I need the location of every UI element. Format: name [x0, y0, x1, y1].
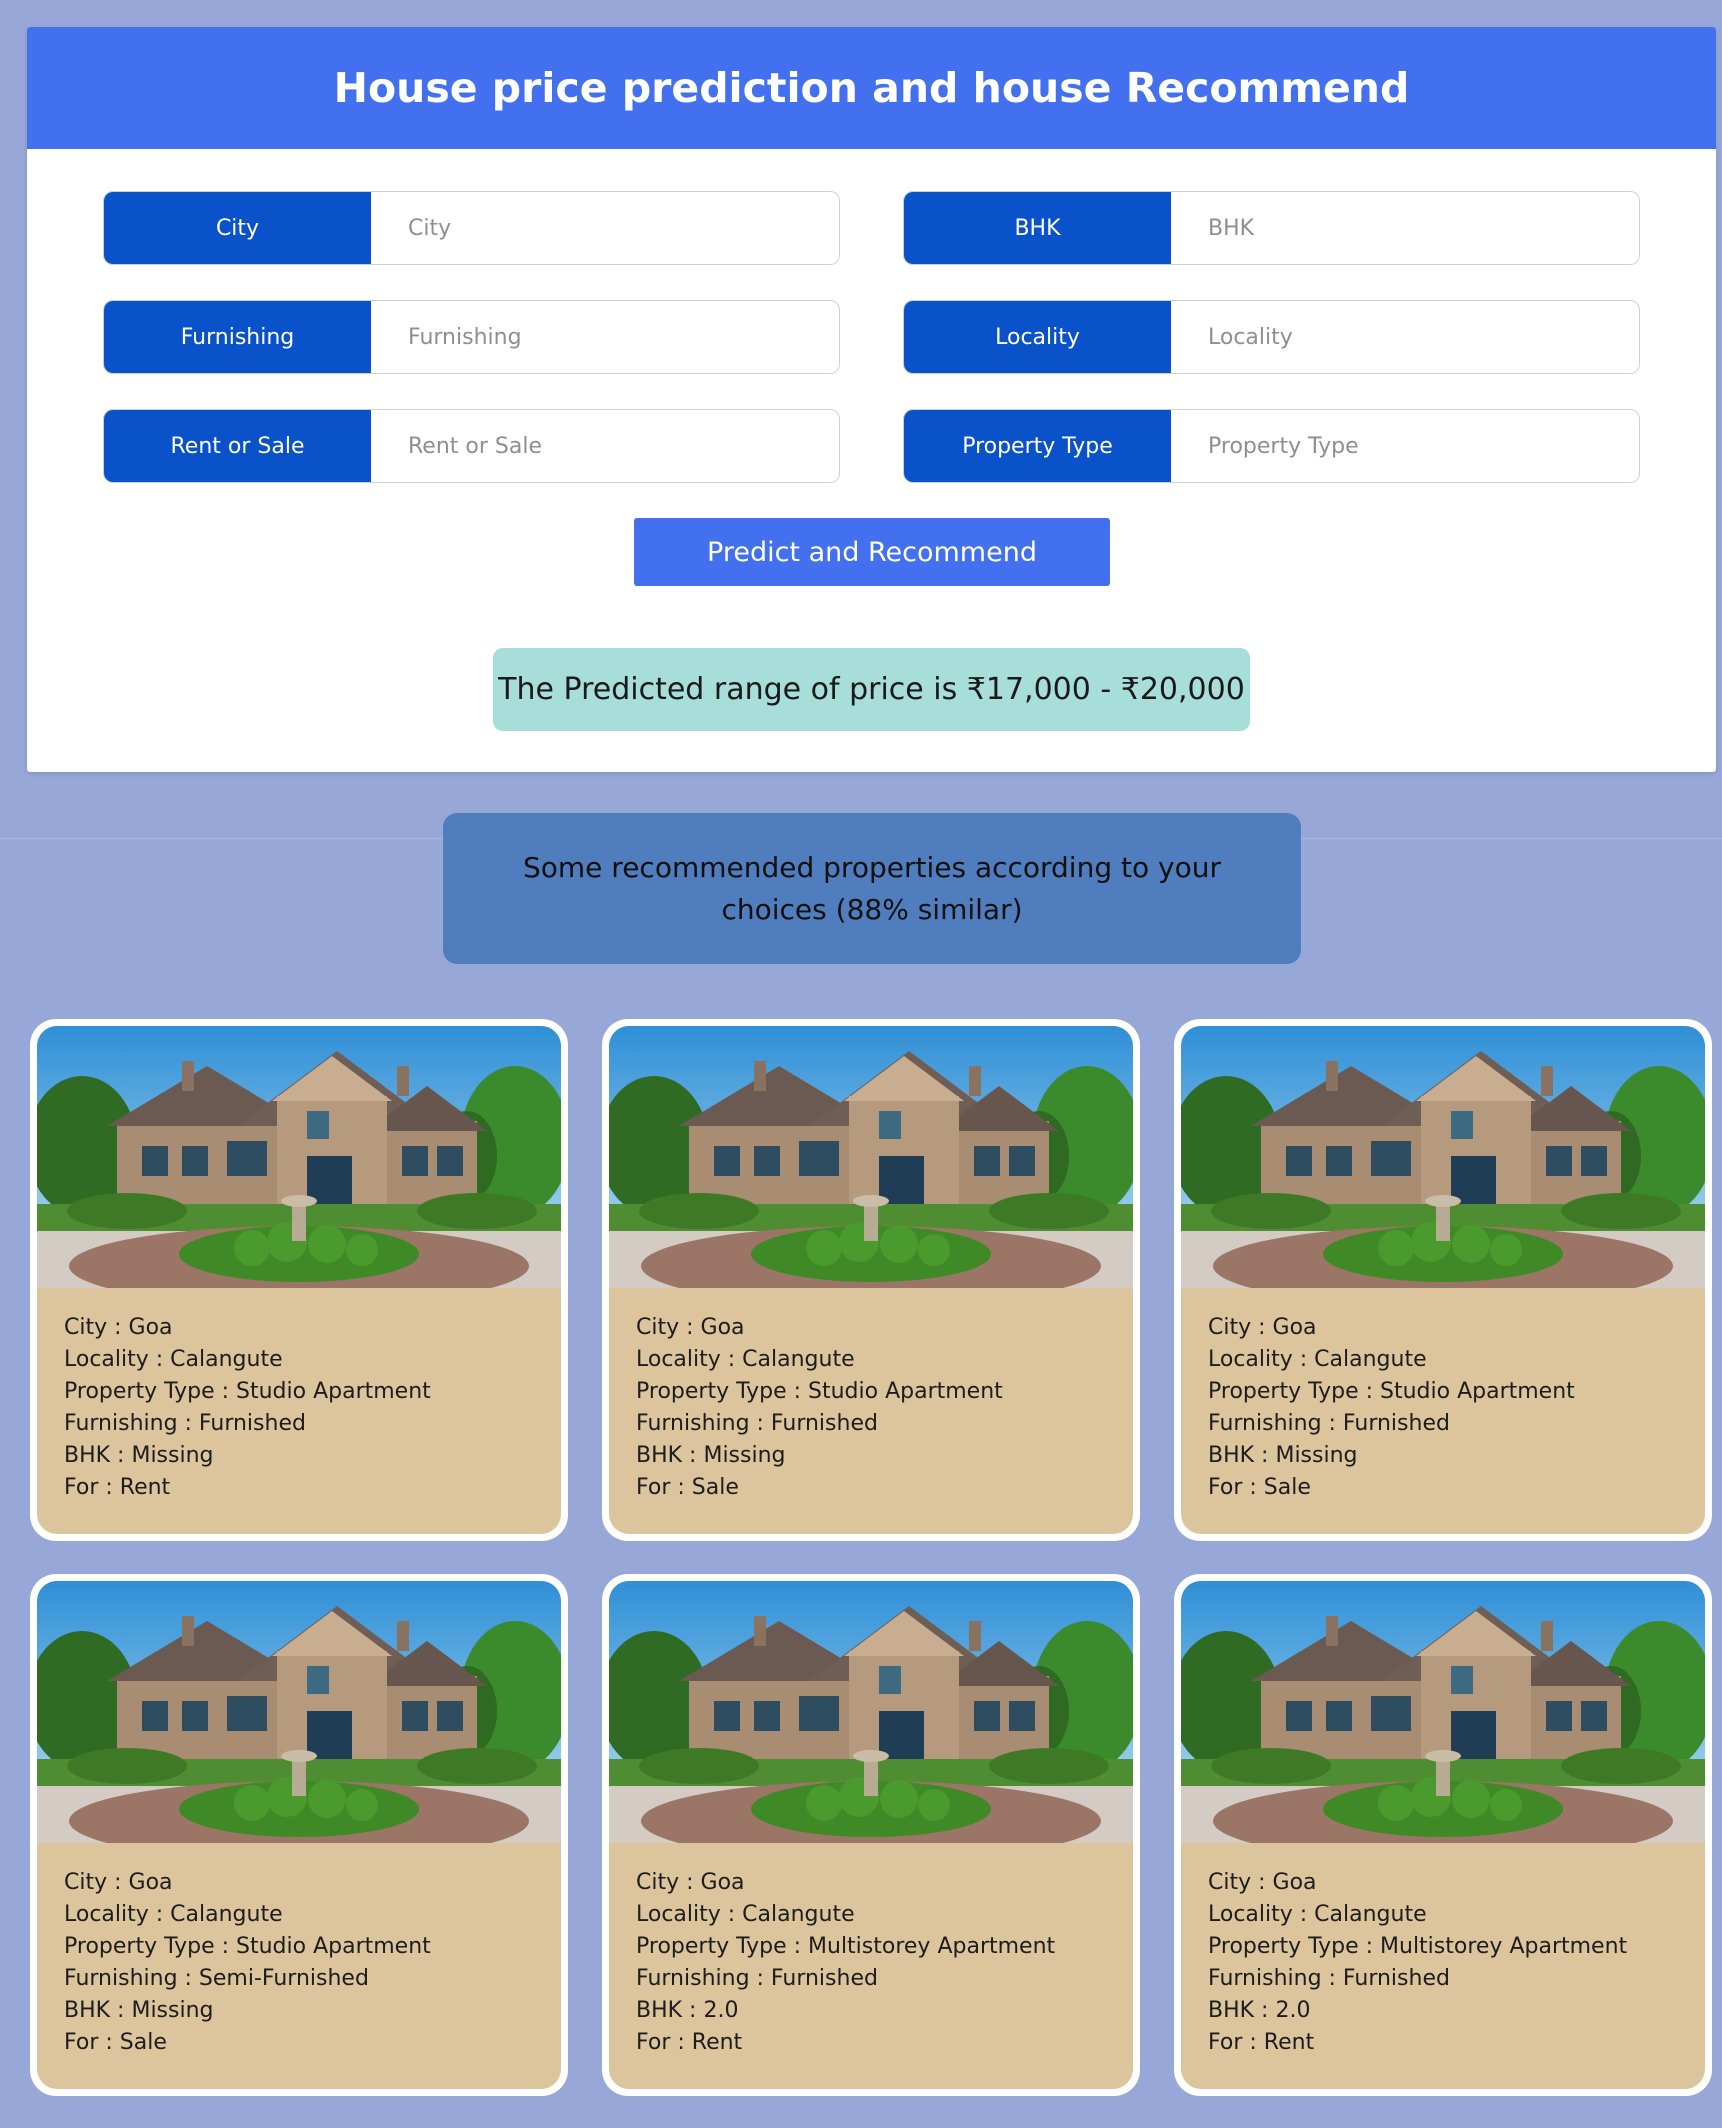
property-locality: Locality : Calangute — [1208, 1347, 1427, 1372]
property-for: For : Sale — [64, 2030, 167, 2055]
locality-input[interactable] — [1171, 301, 1639, 373]
property-for: For : Sale — [636, 1475, 739, 1500]
furnishing-field: Furnishing — [103, 300, 840, 374]
bhk-field: BHK — [903, 191, 1640, 265]
page-title: House price prediction and house Recomme… — [27, 27, 1716, 149]
house-image — [37, 1026, 561, 1288]
city-input[interactable] — [371, 192, 839, 264]
property-card[interactable]: City : Goa Locality : Calangute Property… — [602, 1019, 1140, 1541]
property-furnishing: Furnishing : Furnished — [636, 1411, 878, 1436]
property-type: Property Type : Studio Apartment — [636, 1379, 1003, 1404]
property-bhk: BHK : 2.0 — [1208, 1998, 1311, 2023]
city-label: City — [104, 192, 371, 264]
property-city: City : Goa — [1208, 1870, 1317, 1895]
furnishing-label: Furnishing — [104, 301, 371, 373]
property-card[interactable]: City : Goa Locality : Calangute Property… — [30, 1574, 568, 2096]
property-for: For : Rent — [64, 1475, 171, 1500]
property-details: City : Goa Locality : Calangute Property… — [609, 1288, 1133, 1528]
property-for: For : Sale — [1208, 1475, 1311, 1500]
property-locality: Locality : Calangute — [1208, 1902, 1427, 1927]
property-details: City : Goa Locality : Calangute Property… — [609, 1843, 1133, 2083]
property-type: Property Type : Studio Apartment — [1208, 1379, 1575, 1404]
property-locality: Locality : Calangute — [636, 1902, 855, 1927]
property-furnishing: Furnishing : Furnished — [636, 1966, 878, 1991]
house-image — [1181, 1026, 1705, 1288]
property-card[interactable]: City : Goa Locality : Calangute Property… — [1174, 1574, 1712, 2096]
property-city: City : Goa — [1208, 1315, 1317, 1340]
property-city: City : Goa — [636, 1870, 745, 1895]
property-locality: Locality : Calangute — [636, 1347, 855, 1372]
property-type: Property Type : Studio Apartment — [64, 1934, 431, 1959]
property-type: Property Type : Multistorey Apartment — [636, 1934, 1056, 1959]
bhk-input[interactable] — [1171, 192, 1639, 264]
property-city: City : Goa — [64, 1315, 173, 1340]
property-details: City : Goa Locality : Calangute Property… — [37, 1843, 561, 2083]
property-furnishing: Furnishing : Furnished — [1208, 1966, 1450, 1991]
locality-field: Locality — [903, 300, 1640, 374]
rent-or-sale-label: Rent or Sale — [104, 410, 371, 482]
property-city: City : Goa — [636, 1315, 745, 1340]
property-details: City : Goa Locality : Calangute Property… — [1181, 1843, 1705, 2083]
property-type-label: Property Type — [904, 410, 1171, 482]
property-bhk: BHK : Missing — [64, 1998, 214, 2023]
property-furnishing: Furnishing : Semi-Furnished — [64, 1966, 369, 1991]
property-type: Property Type : Studio Apartment — [64, 1379, 431, 1404]
prediction-result: The Predicted range of price is ₹17,000 … — [493, 648, 1250, 731]
house-image — [609, 1581, 1133, 1843]
property-locality: Locality : Calangute — [64, 1902, 283, 1927]
predict-button[interactable]: Predict and Recommend — [634, 518, 1110, 586]
bhk-label: BHK — [904, 192, 1171, 264]
property-type-input[interactable] — [1171, 410, 1639, 482]
locality-label: Locality — [904, 301, 1171, 373]
rent-or-sale-field: Rent or Sale — [103, 409, 840, 483]
property-details: City : Goa Locality : Calangute Property… — [1181, 1288, 1705, 1528]
property-locality: Locality : Calangute — [64, 1347, 283, 1372]
property-city: City : Goa — [64, 1870, 173, 1895]
property-bhk: BHK : Missing — [636, 1443, 786, 1468]
property-bhk: BHK : Missing — [1208, 1443, 1358, 1468]
property-bhk: BHK : Missing — [64, 1443, 214, 1468]
city-field: City — [103, 191, 840, 265]
property-type-field: Property Type — [903, 409, 1640, 483]
furnishing-input[interactable] — [371, 301, 839, 373]
house-image — [609, 1026, 1133, 1288]
property-card[interactable]: City : Goa Locality : Calangute Property… — [1174, 1019, 1712, 1541]
recommendation-banner: Some recommended properties according to… — [443, 813, 1301, 964]
property-card[interactable]: City : Goa Locality : Calangute Property… — [602, 1574, 1140, 2096]
house-image — [1181, 1581, 1705, 1843]
property-card[interactable]: City : Goa Locality : Calangute Property… — [30, 1019, 568, 1541]
property-for: For : Rent — [636, 2030, 743, 2055]
house-image — [37, 1581, 561, 1843]
property-details: City : Goa Locality : Calangute Property… — [37, 1288, 561, 1528]
property-for: For : Rent — [1208, 2030, 1315, 2055]
rent-or-sale-input[interactable] — [371, 410, 839, 482]
property-furnishing: Furnishing : Furnished — [1208, 1411, 1450, 1436]
property-type: Property Type : Multistorey Apartment — [1208, 1934, 1628, 1959]
property-bhk: BHK : 2.0 — [636, 1998, 739, 2023]
property-furnishing: Furnishing : Furnished — [64, 1411, 306, 1436]
